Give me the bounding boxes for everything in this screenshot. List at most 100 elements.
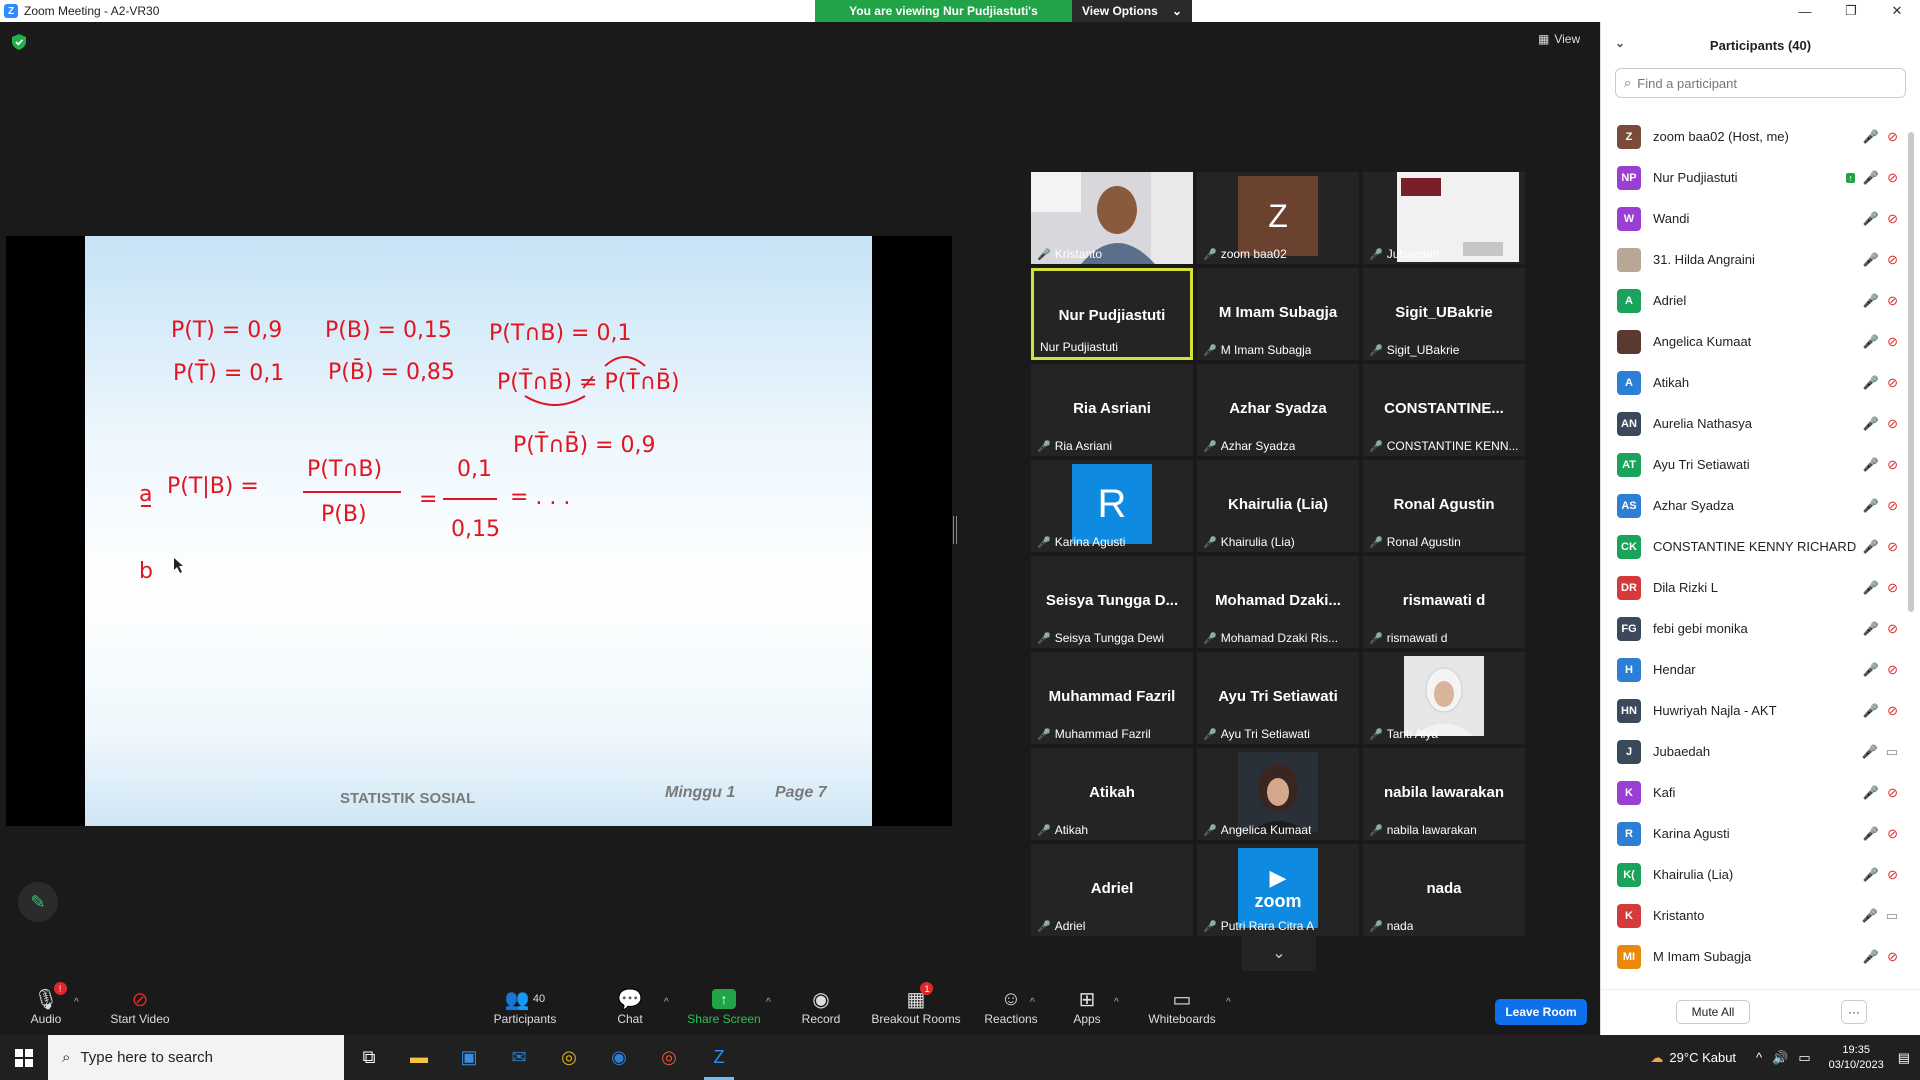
participant-row[interactable]: K Kristanto 🎤 ▭ <box>1601 895 1906 936</box>
speaker-icon[interactable]: 🔊 <box>1772 1050 1788 1066</box>
more-options-button[interactable]: ··· <box>1841 1000 1867 1024</box>
video-tile[interactable]: 🎤 Kristanto <box>1031 172 1193 264</box>
participant-list-scrollbar[interactable] <box>1907 116 1915 976</box>
participant-row[interactable]: CK CONSTANTINE KENNY RICHARD 🎤 ⊘ <box>1601 526 1906 567</box>
video-tile[interactable]: R 🎤 Karina Agusti <box>1031 460 1193 552</box>
video-tile[interactable]: nabila lawarakan 🎤 nabila lawarakan <box>1363 748 1525 840</box>
video-tile[interactable]: 🎤 Tanti Alya <box>1363 652 1525 744</box>
view-options-button[interactable]: View Options ⌄ <box>1072 0 1192 22</box>
video-tile[interactable]: Mohamad Dzaki... 🎤 Mohamad Dzaki Ris... <box>1197 556 1359 648</box>
participant-status-icons: 🎤 ⊘ <box>1863 211 1898 227</box>
network-icon[interactable]: ▭ <box>1798 1050 1810 1066</box>
minimize-icon[interactable]: — <box>1782 0 1828 22</box>
video-tile[interactable]: Adriel 🎤 Adriel <box>1031 844 1193 936</box>
start-button[interactable] <box>0 1035 48 1080</box>
participant-row[interactable]: R Karina Agusti 🎤 ⊘ <box>1601 813 1906 854</box>
whiteboards-options-caret-icon[interactable]: ^ <box>1226 997 1231 1008</box>
audio-options-caret-icon[interactable]: ^ <box>74 997 79 1008</box>
reactions-options-caret-icon[interactable]: ^ <box>1030 997 1035 1008</box>
participant-row[interactable]: FG febi gebi monika 🎤 ⊘ <box>1601 608 1906 649</box>
share-options-caret-icon[interactable]: ^ <box>766 997 771 1008</box>
taskbar-search-input[interactable]: ⌕ Type here to search <box>48 1035 344 1080</box>
gallery-next-page-button[interactable]: ⌄ <box>1242 935 1316 971</box>
chat-label: Chat <box>617 1012 643 1026</box>
chevron-down-icon[interactable]: ⌄ <box>1615 36 1625 50</box>
tile-display-name: Adriel <box>1090 880 1134 897</box>
participant-row[interactable]: K(Khairulia (Lia) 🎤 ⊘ <box>1601 854 1906 895</box>
participant-name: Aurelia Nathasya <box>1653 416 1752 431</box>
reactions-button[interactable]: ☺ Reactions <box>976 977 1046 1035</box>
chat-options-caret-icon[interactable]: ^ <box>664 997 669 1008</box>
mic-muted-icon: 🎤 <box>1203 344 1217 357</box>
participant-row[interactable]: W Wandi 🎤 ⊘ <box>1601 198 1906 239</box>
apps-options-caret-icon[interactable]: ^ <box>1114 997 1119 1008</box>
video-tile[interactable]: Muhammad Fazril 🎤 Muhammad Fazril <box>1031 652 1193 744</box>
video-tile-active-speaker[interactable]: Nur Pudjiastuti Nur Pudjiastuti <box>1031 268 1193 360</box>
zoom-app-icon[interactable]: Z <box>694 1035 744 1080</box>
participant-row[interactable]: AN Aurelia Nathasya 🎤 ⊘ <box>1601 403 1906 444</box>
mic-muted-icon: 🎤 <box>1861 908 1878 923</box>
chrome-icon[interactable]: ◎ <box>644 1035 694 1080</box>
participant-search-input[interactable]: ⌕ Find a participant <box>1615 68 1906 98</box>
video-tile[interactable]: nada 🎤 nada <box>1363 844 1525 936</box>
scrollbar-thumb[interactable] <box>1908 132 1914 612</box>
participant-row[interactable]: DR Dila Rizki L 🎤 ⊘ <box>1601 567 1906 608</box>
mail-icon[interactable]: ✉ <box>494 1035 544 1080</box>
share-screen-button[interactable]: ↑ Share Screen <box>684 977 764 1035</box>
weather-text[interactable]: 29°C Kabut <box>1669 1050 1736 1065</box>
annotate-button[interactable]: ✎ <box>18 882 58 922</box>
video-tile[interactable]: 🎤 Angelica Kumaat <box>1197 748 1359 840</box>
view-button[interactable]: ▦ View <box>1538 32 1580 46</box>
participant-row[interactable]: J Jubaedah 🎤 ▭ <box>1601 731 1906 772</box>
video-tile[interactable]: Azhar Syadza 🎤 Azhar Syadza <box>1197 364 1359 456</box>
restore-icon[interactable]: ❐ <box>1828 0 1874 22</box>
split-resize-handle[interactable] <box>953 516 957 544</box>
store-icon[interactable]: ▣ <box>444 1035 494 1080</box>
chat-button[interactable]: 💬 Chat <box>600 977 660 1035</box>
chrome-icon[interactable]: ◎ <box>544 1035 594 1080</box>
leave-room-button[interactable]: Leave Room <box>1495 999 1587 1025</box>
record-button[interactable]: ◉ Record <box>790 977 852 1035</box>
clock[interactable]: 19:35 03/10/2023 <box>1829 1043 1884 1073</box>
participant-row[interactable]: A Adriel 🎤 ⊘ <box>1601 280 1906 321</box>
teamviewer-icon[interactable]: ◉ <box>594 1035 644 1080</box>
participants-button[interactable]: 👥 40 Participants <box>480 977 570 1035</box>
participant-row[interactable]: AS Azhar Syadza 🎤 ⊘ <box>1601 485 1906 526</box>
video-tile[interactable]: Sigit_UBakrie 🎤 Sigit_UBakrie <box>1363 268 1525 360</box>
avatar: CK <box>1617 534 1641 559</box>
close-icon[interactable]: ✕ <box>1874 0 1920 22</box>
whiteboards-button[interactable]: ▭ Whiteboards <box>1140 977 1224 1035</box>
participant-row[interactable]: H Hendar 🎤 ⊘ <box>1601 649 1906 690</box>
participant-row[interactable]: 31. Hilda Angraini 🎤 ⊘ <box>1601 239 1906 280</box>
video-tile[interactable]: Ayu Tri Setiawati 🎤 Ayu Tri Setiawati <box>1197 652 1359 744</box>
video-tile[interactable]: rismawati d 🎤 rismawati d <box>1363 556 1525 648</box>
participant-row[interactable]: NP Nur Pudjiastuti ↑ 🎤 ⊘ <box>1601 157 1906 198</box>
breakout-rooms-button[interactable]: ▦ 1 Breakout Rooms <box>866 977 966 1035</box>
chevron-up-icon[interactable]: ^ <box>1756 1050 1762 1065</box>
audio-button[interactable]: 🎙! Audio <box>20 977 72 1035</box>
notifications-icon[interactable]: ▤ <box>1898 1050 1910 1066</box>
video-tile[interactable]: CONSTANTINE... 🎤 CONSTANTINE KENN... <box>1363 364 1525 456</box>
participant-row[interactable]: HN Huwriyah Najla - AKT 🎤 ⊘ <box>1601 690 1906 731</box>
video-tile[interactable]: M Imam Subagja 🎤 M Imam Subagja <box>1197 268 1359 360</box>
mute-all-button[interactable]: Mute All <box>1676 1000 1750 1024</box>
video-tile[interactable]: Ronal Agustin 🎤 Ronal Agustin <box>1363 460 1525 552</box>
file-explorer-icon[interactable]: ▬ <box>394 1035 444 1080</box>
apps-button[interactable]: ⊞ Apps <box>1062 977 1112 1035</box>
video-tile[interactable]: Khairulia (Lia) 🎤 Khairulia (Lia) <box>1197 460 1359 552</box>
participant-row[interactable]: AT Ayu Tri Setiawati 🎤 ⊘ <box>1601 444 1906 485</box>
participant-row[interactable]: MI M Imam Subagja 🎤 ⊘ <box>1601 936 1906 976</box>
participant-row[interactable]: Angelica Kumaat 🎤 ⊘ <box>1601 321 1906 362</box>
participant-row[interactable]: Zzoom baa02 (Host, me) 🎤 ⊘ <box>1601 116 1906 157</box>
participant-row[interactable]: K Kafi 🎤 ⊘ <box>1601 772 1906 813</box>
video-tile[interactable]: Seisya Tungga D... 🎤 Seisya Tungga Dewi <box>1031 556 1193 648</box>
video-tile[interactable]: Ria Asriani 🎤 Ria Asriani <box>1031 364 1193 456</box>
video-tile[interactable]: 🎤 Jubaedah <box>1363 172 1525 264</box>
video-tile[interactable]: Atikah 🎤 Atikah <box>1031 748 1193 840</box>
start-video-button[interactable]: ⊘ Start Video <box>100 977 180 1035</box>
participant-row[interactable]: A Atikah 🎤 ⊘ <box>1601 362 1906 403</box>
video-tile[interactable]: Z 🎤 zoom baa02 <box>1197 172 1359 264</box>
video-tile[interactable]: ▶ zoom 🎤 Putri Rara Citra A <box>1197 844 1359 936</box>
participant-status-icons: 🎤 ⊘ <box>1863 949 1898 965</box>
task-view-icon[interactable]: ⧉ <box>344 1035 394 1080</box>
